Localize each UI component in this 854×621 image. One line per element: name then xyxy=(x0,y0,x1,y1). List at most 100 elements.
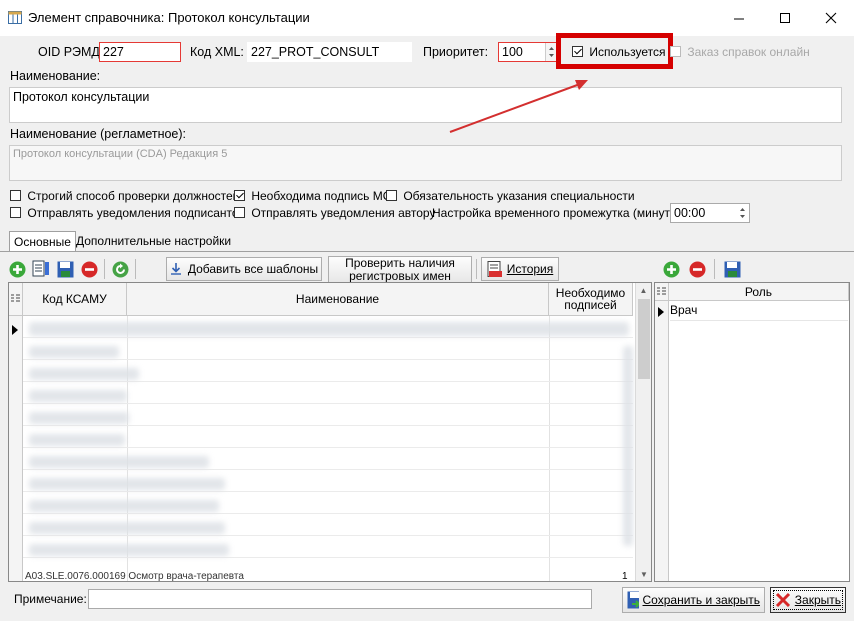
add-role-button[interactable] xyxy=(662,260,680,278)
row-selector-header[interactable] xyxy=(9,283,23,316)
add-button[interactable] xyxy=(8,260,26,278)
blurred-cell xyxy=(29,368,139,380)
close-x-icon xyxy=(775,592,791,608)
col-sign-header[interactable]: Необходимо подписей xyxy=(549,283,633,316)
oid-label: OID РЭМД: xyxy=(38,45,104,59)
close-button[interactable]: Закрыть xyxy=(770,587,846,613)
blurred-cell xyxy=(29,500,219,512)
save-icon xyxy=(724,261,740,277)
roles-row-selector-header[interactable] xyxy=(655,283,669,301)
save-roles-button[interactable] xyxy=(723,260,741,278)
blurred-cell xyxy=(29,544,229,556)
online-order-checkbox[interactable] xyxy=(670,46,681,57)
roles-row-selector-column xyxy=(655,301,669,581)
note-field[interactable] xyxy=(88,589,592,609)
delete-role-button[interactable] xyxy=(688,260,706,278)
close-window-button[interactable] xyxy=(808,0,854,36)
roles-toolbar xyxy=(662,257,741,281)
add-icon xyxy=(9,261,25,277)
notify-signers-row[interactable]: Отправлять уведомления подписантов xyxy=(10,206,245,220)
col-code-header[interactable]: Код КСАМУ xyxy=(23,283,127,316)
need-specialty-row[interactable]: Обязательность указания специальности xyxy=(386,189,635,203)
add-all-templates-label: Добавить все шаблоны xyxy=(187,261,319,276)
priority-value: 100 xyxy=(502,45,523,59)
save-icon xyxy=(57,261,73,277)
save-button[interactable] xyxy=(56,260,74,278)
spin-arrows-icon xyxy=(740,208,745,218)
scroll-down-icon[interactable]: ▼ xyxy=(636,567,651,581)
delete-icon xyxy=(81,261,97,277)
toolbar-separator xyxy=(104,259,105,279)
notify-author-row[interactable]: Отправлять уведомления автору xyxy=(234,206,435,220)
history-button[interactable]: История xyxy=(481,257,559,281)
download-icon xyxy=(170,263,181,275)
tab-main[interactable]: Основные xyxy=(9,231,76,252)
xml-code-field[interactable]: 227_PROT_CONSULT xyxy=(247,42,412,62)
notify-author-label: Отправлять уведомления автору xyxy=(251,206,436,220)
check-reg-names-button[interactable]: Проверить наличия регистровых имен xyxy=(328,256,472,283)
need-sign-mo-row[interactable]: Необходима подпись МО xyxy=(234,189,392,203)
minimize-icon xyxy=(733,18,744,19)
used-checkbox-row[interactable]: Используется xyxy=(572,45,666,59)
columns-icon xyxy=(11,294,20,302)
delete-button[interactable] xyxy=(80,260,98,278)
notify-signers-checkbox[interactable] xyxy=(10,207,21,218)
time-spinner[interactable] xyxy=(737,204,749,222)
refresh-button[interactable] xyxy=(111,260,129,278)
need-sign-mo-label: Необходима подпись МО xyxy=(251,189,393,203)
edit-button[interactable] xyxy=(32,260,50,278)
roles-grid[interactable]: Роль Врач xyxy=(654,282,850,582)
history-label: История xyxy=(506,261,554,276)
online-order-row[interactable]: Заказ справок онлайн xyxy=(670,45,810,59)
partial-row-count: 1 xyxy=(622,571,628,582)
minimize-button[interactable] xyxy=(716,0,762,36)
strict-check-row[interactable]: Строгий способ проверки должностей xyxy=(10,189,239,203)
title-bar: Элемент справочника: Протокол консультац… xyxy=(0,0,854,36)
blurred-cell xyxy=(29,390,127,402)
online-order-label: Заказ справок онлайн xyxy=(687,45,810,59)
add-all-templates-button[interactable]: Добавить все шаблоны xyxy=(166,257,322,281)
reg-name-label: Наименование (регламетное): xyxy=(10,127,187,141)
blurred-cell xyxy=(29,434,125,446)
col-name-header[interactable]: Наименование xyxy=(127,283,549,316)
col-role-header[interactable]: Роль xyxy=(669,283,849,301)
priority-label: Приоритет: xyxy=(423,45,489,59)
save-and-close-button[interactable]: Сохранить и закрыть xyxy=(622,587,765,613)
templates-grid[interactable]: Код КСАМУ Наименование Необходимо подпис… xyxy=(8,282,652,582)
tab-additional-settings[interactable]: Дополнительные настройки xyxy=(72,231,235,251)
role-row[interactable]: Врач xyxy=(670,303,848,321)
blurred-rows xyxy=(23,316,633,578)
scroll-thumb[interactable] xyxy=(638,299,650,379)
oid-field[interactable]: 227 xyxy=(99,42,181,62)
maximize-icon xyxy=(779,12,790,23)
save-and-close-label: Сохранить и закрыть xyxy=(642,593,760,607)
edit-list-icon xyxy=(32,260,49,277)
row-selector-column xyxy=(9,316,23,581)
strict-check-checkbox[interactable] xyxy=(10,190,21,201)
blurred-cell xyxy=(29,412,129,424)
priority-field[interactable]: 100 xyxy=(498,42,558,62)
time-setting-field[interactable]: 00:00 xyxy=(670,203,750,223)
scroll-up-icon[interactable]: ▲ xyxy=(636,283,651,297)
maximize-button[interactable] xyxy=(762,0,808,36)
time-setting-value: 00:00 xyxy=(674,206,706,220)
used-checkbox[interactable] xyxy=(572,46,583,57)
time-setting-label: Настройка временного промежутка (минуты)… xyxy=(432,206,686,220)
blurred-cell xyxy=(29,456,209,468)
refresh-icon xyxy=(112,261,128,277)
notify-author-checkbox[interactable] xyxy=(234,207,245,218)
toolbar-separator xyxy=(135,259,136,279)
partial-row-text: A03.SLE.0076.000169 Осмотр врача-терапев… xyxy=(25,571,244,582)
check-reg-names-label-2: регистровых имен xyxy=(349,268,451,283)
reg-name-field: Протокол консультации (CDA) Редакция 5 xyxy=(9,145,842,181)
current-row-indicator-icon xyxy=(12,325,18,335)
add-icon xyxy=(663,261,679,277)
name-field[interactable]: Протокол консультации xyxy=(9,87,842,123)
blurred-cell xyxy=(623,346,633,546)
close-icon xyxy=(825,12,837,24)
strict-check-label: Строгий способ проверки должностей xyxy=(27,189,240,203)
need-specialty-checkbox[interactable] xyxy=(386,190,397,201)
blurred-cell xyxy=(29,478,225,490)
need-sign-mo-checkbox[interactable] xyxy=(234,190,245,201)
grid-scrollbar[interactable]: ▲ ▼ xyxy=(635,283,651,581)
